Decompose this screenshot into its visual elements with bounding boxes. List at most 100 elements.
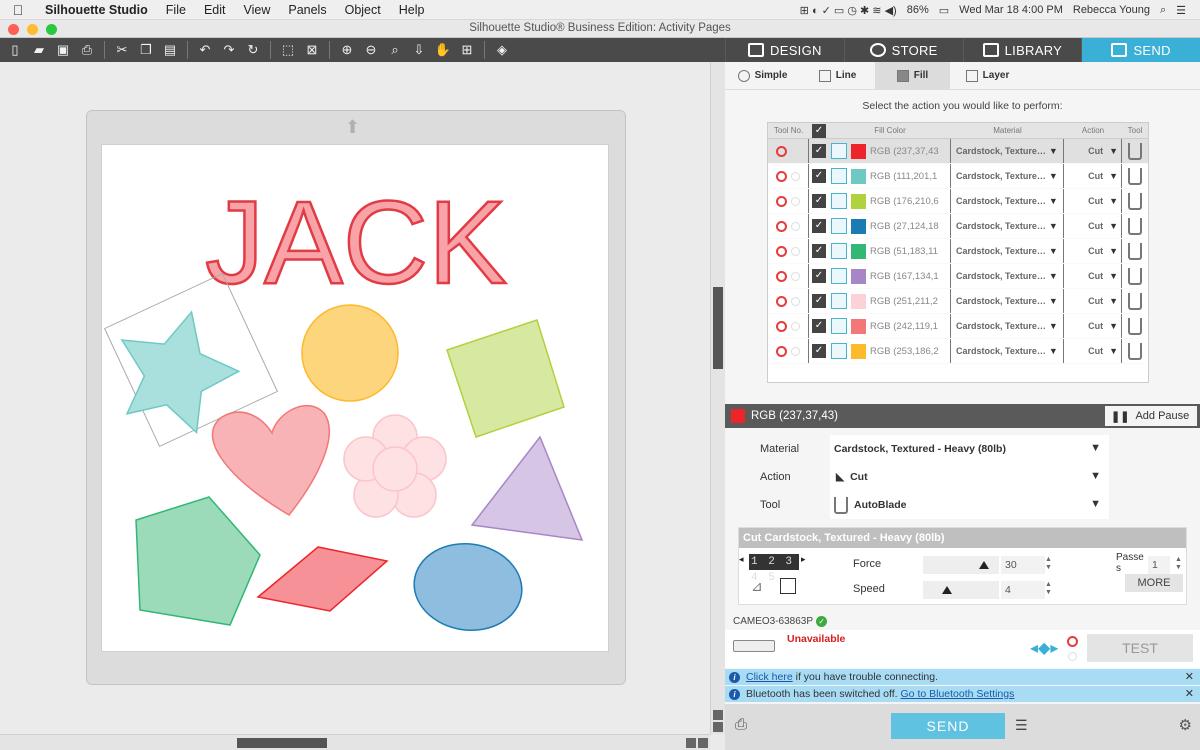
action-cell[interactable]: Cut ▼ xyxy=(1064,339,1122,363)
table-row[interactable]: ✓ RGB (251,211,2 Cardstock, Texture… ▼ Cut ▼ xyxy=(768,289,1148,314)
vertical-scrollbar[interactable] xyxy=(710,62,725,734)
tool-number-cell[interactable] xyxy=(768,264,809,288)
tool-radio[interactable] xyxy=(776,345,787,357)
minimize-window-button[interactable] xyxy=(27,24,38,35)
blade-right-arrow-icon[interactable]: ▸ xyxy=(801,554,806,565)
row-checkbox[interactable]: ✓ xyxy=(812,144,826,158)
table-row[interactable]: ✓ RGB (111,201,1 Cardstock, Texture… ▼ Cut ▼ xyxy=(768,164,1148,189)
tool-radio-alt[interactable] xyxy=(791,171,800,181)
tool-number-cell[interactable] xyxy=(768,339,809,363)
tool-radio-alt[interactable] xyxy=(791,271,800,281)
zoom-select-icon[interactable]: ⌕ xyxy=(384,40,406,60)
material-cell[interactable]: Cardstock, Texture… ▼ xyxy=(951,239,1064,263)
tool-number-cell[interactable] xyxy=(768,239,809,263)
material-cell[interactable]: Cardstock, Texture… ▼ xyxy=(951,164,1064,188)
select-icon[interactable]: ⬚ xyxy=(277,40,299,60)
row-checkbox[interactable]: ✓ xyxy=(812,169,826,183)
bluetooth-settings-link[interactable]: Go to Bluetooth Settings xyxy=(901,688,1015,700)
scroll-left-button[interactable] xyxy=(686,738,696,748)
header-select-all[interactable]: ✓ xyxy=(809,123,829,138)
action-cell[interactable]: Cut ▼ xyxy=(1064,164,1122,188)
print-icon[interactable]: ⎙ xyxy=(76,40,98,60)
tab-design[interactable]: DESIGN xyxy=(725,38,844,62)
color-picker-icon[interactable] xyxy=(831,318,847,334)
tool-radio[interactable] xyxy=(776,295,787,307)
material-cell[interactable]: Cardstock, Texture… ▼ xyxy=(951,214,1064,238)
mode-line[interactable]: Line xyxy=(800,62,875,89)
mode-simple[interactable]: Simple xyxy=(725,62,800,89)
horizontal-scrollbar[interactable] xyxy=(0,734,710,750)
square-shape[interactable] xyxy=(446,319,565,438)
material-cell[interactable]: Cardstock, Texture… ▼ xyxy=(951,314,1064,338)
row-checkbox[interactable]: ✓ xyxy=(812,294,826,308)
table-row[interactable]: ✓ RGB (242,119,1 Cardstock, Texture… ▼ Cut ▼ xyxy=(768,314,1148,339)
tool-radio[interactable] xyxy=(776,320,787,332)
table-row[interactable]: ✓ RGB (176,210,6 Cardstock, Texture… ▼ Cut ▼ xyxy=(768,189,1148,214)
tool-number-cell[interactable] xyxy=(768,314,809,338)
flower-shape[interactable] xyxy=(343,414,447,518)
origin-radio-alt[interactable] xyxy=(1068,652,1077,661)
circle-shape[interactable] xyxy=(301,304,399,402)
color-picker-icon[interactable] xyxy=(831,218,847,234)
autoblade-icon[interactable] xyxy=(1128,242,1142,260)
speed-stepper[interactable]: ▲ ▼ xyxy=(1045,581,1052,597)
refresh-icon[interactable]: ↻ xyxy=(242,40,264,60)
tab-store[interactable]: STORE xyxy=(843,38,963,62)
tab-send[interactable]: SEND xyxy=(1081,38,1200,62)
undo-icon[interactable]: ↶ xyxy=(194,40,216,60)
autoblade-icon[interactable] xyxy=(1128,217,1142,235)
save-icon[interactable]: ▣ xyxy=(52,40,74,60)
test-button[interactable]: TEST xyxy=(1087,634,1193,662)
material-cell[interactable]: Cardstock, Texture… ▼ xyxy=(951,339,1064,363)
tool-radio[interactable] xyxy=(776,170,787,182)
zoom-out-icon[interactable]: ⊖ xyxy=(360,40,382,60)
scroll-right-button[interactable] xyxy=(698,738,708,748)
menu-file[interactable]: File xyxy=(157,3,195,17)
autoblade-icon[interactable] xyxy=(1128,267,1142,285)
action-cell[interactable]: Cut ▼ xyxy=(1064,289,1122,313)
speed-slider[interactable] xyxy=(923,581,999,599)
action-cell[interactable]: Cut ▼ xyxy=(1064,214,1122,238)
force-stepper[interactable]: ▲ ▼ xyxy=(1045,556,1052,572)
table-row[interactable]: ✓ RGB (253,186,2 Cardstock, Texture… ▼ Cut ▼ xyxy=(768,339,1148,364)
row-checkbox[interactable]: ✓ xyxy=(812,319,826,333)
move-arrows-icon[interactable]: ◂◆▸ xyxy=(1030,638,1058,658)
tool-radio-alt[interactable] xyxy=(791,296,800,306)
notification-center-icon[interactable]: ☰ xyxy=(1176,4,1186,17)
tool-radio-alt[interactable] xyxy=(791,246,800,256)
tool-radio-alt[interactable] xyxy=(791,146,800,156)
close-icon[interactable]: ✕ xyxy=(1185,687,1194,700)
tool-radio[interactable] xyxy=(776,245,787,257)
gear-icon[interactable]: ⚙ xyxy=(1179,716,1192,734)
menu-edit[interactable]: Edit xyxy=(195,3,235,17)
material-cell[interactable]: Cardstock, Texture… ▼ xyxy=(951,139,1064,163)
autoblade-icon[interactable] xyxy=(1128,142,1142,160)
scroll-up-button[interactable] xyxy=(713,710,723,720)
action-select[interactable]: ◣ Cut ▼ xyxy=(830,463,1109,491)
overcut-checkbox[interactable] xyxy=(780,578,796,594)
action-cell[interactable]: Cut ▼ xyxy=(1064,239,1122,263)
user-name[interactable]: Rebecca Young xyxy=(1073,4,1150,16)
action-cell[interactable]: Cut ▼ xyxy=(1064,189,1122,213)
action-cell[interactable]: Cut ▼ xyxy=(1064,264,1122,288)
menu-panels[interactable]: Panels xyxy=(279,3,335,17)
more-button[interactable]: MORE xyxy=(1125,574,1183,592)
autoblade-icon[interactable] xyxy=(1128,342,1142,360)
table-row[interactable]: ✓ RGB (237,37,43 Cardstock, Texture… ▼ Cut ▼ xyxy=(768,139,1148,164)
origin-radio[interactable] xyxy=(1067,636,1078,647)
pentagon-shape[interactable] xyxy=(135,496,261,626)
zoom-in-icon[interactable]: ⊕ xyxy=(336,40,358,60)
autoblade-icon[interactable] xyxy=(1128,292,1142,310)
table-row[interactable]: ✓ RGB (51,183,11 Cardstock, Texture… ▼ Cut ▼ xyxy=(768,239,1148,264)
send-history-icon[interactable]: ⎙ xyxy=(735,716,747,733)
material-cell[interactable]: Cardstock, Texture… ▼ xyxy=(951,289,1064,313)
clock[interactable]: Wed Mar 18 4:00 PM xyxy=(959,4,1063,16)
tool-number-cell[interactable] xyxy=(768,139,809,163)
tool-radio-alt[interactable] xyxy=(791,346,800,356)
color-picker-icon[interactable] xyxy=(831,168,847,184)
material-select[interactable]: Cardstock, Textured - Heavy (80lb) ▼ xyxy=(830,435,1109,463)
tool-radio-alt[interactable] xyxy=(791,196,800,206)
pan-down-icon[interactable]: ⇩ xyxy=(408,40,430,60)
color-picker-icon[interactable] xyxy=(831,293,847,309)
tool-radio[interactable] xyxy=(776,220,787,232)
